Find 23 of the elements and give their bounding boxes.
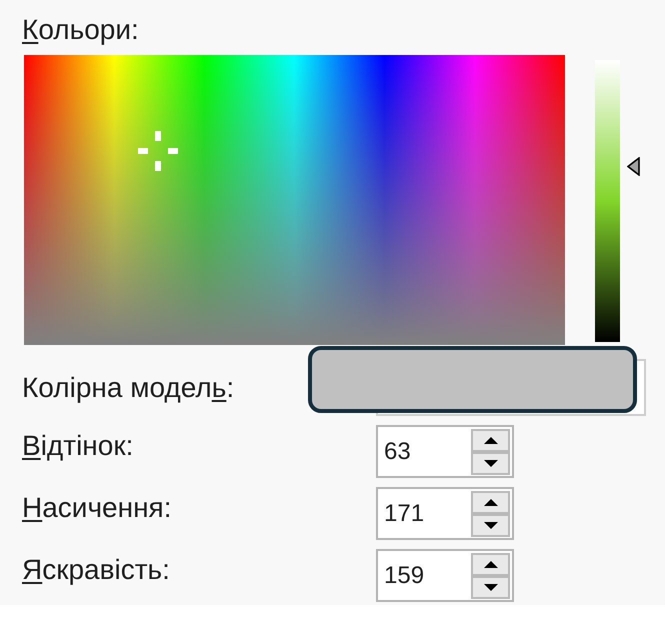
number-spin-box[interactable]: 63 [376, 425, 514, 478]
spin-down-button[interactable] [471, 452, 510, 474]
luminance-slider-track[interactable] [595, 60, 620, 342]
colors-label: Кольори: [22, 13, 139, 47]
saturation-label: Насичення: [22, 491, 172, 525]
spin-up-button[interactable] [471, 552, 510, 576]
brightness-label: Яскравість: [22, 553, 170, 587]
caret-up-icon [484, 436, 498, 444]
caret-up-icon [484, 560, 498, 568]
slider-thumb-icon[interactable] [627, 156, 640, 176]
spin-down-button[interactable] [471, 576, 510, 598]
color-spectrum[interactable] [24, 55, 565, 345]
spin-down-button[interactable] [471, 514, 510, 536]
spin-up-button[interactable] [471, 490, 510, 514]
caret-down-icon [484, 522, 498, 528]
number-spin-box[interactable]: 159 [376, 549, 514, 602]
caret-down-icon [484, 460, 498, 466]
spin-up-button[interactable] [471, 428, 510, 452]
number-spin-box[interactable]: 171 [376, 487, 514, 540]
caret-up-icon [484, 498, 498, 506]
caret-down-icon [484, 584, 498, 590]
color-model-label: Колірна модель: [22, 370, 234, 404]
hue-label: Відтінок: [22, 429, 134, 463]
